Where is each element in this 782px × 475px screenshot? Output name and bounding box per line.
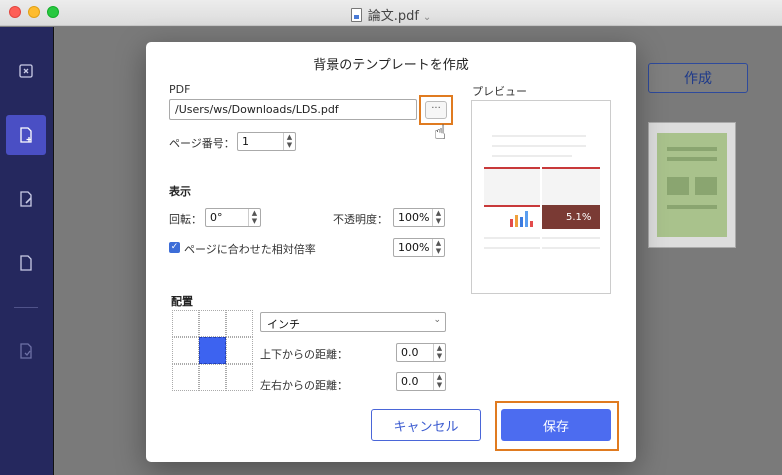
horizontal-distance-value: 0.0 <box>401 375 419 388</box>
check-page-icon <box>20 343 32 359</box>
stepper-arrows-icon[interactable]: ▲ ▼ <box>433 373 445 390</box>
stepper-arrows-icon[interactable]: ▲ ▼ <box>433 344 445 361</box>
close-box-icon <box>19 64 33 78</box>
thumb-line <box>667 205 717 209</box>
preview-bar <box>515 215 518 227</box>
hand-cursor-icon: ☝ <box>434 120 447 144</box>
edit-page-icon <box>20 191 32 207</box>
fit-page-checkbox[interactable]: ✓ <box>169 242 180 253</box>
rotation-value: 0° <box>210 211 223 224</box>
preview-chart-card <box>484 205 540 229</box>
vertical-distance-label: 上下からの距離： <box>260 348 348 361</box>
preview-text-line <box>492 155 572 157</box>
scale-value: 100% <box>398 241 430 254</box>
position-cell[interactable] <box>226 337 253 364</box>
preview-card <box>542 167 600 205</box>
preview-percent-text: 5.1% <box>566 212 592 223</box>
horizontal-distance-label: 左右からの距離： <box>260 379 348 392</box>
sidebar-apply-button[interactable] <box>6 331 46 371</box>
sidebar-add-background-button[interactable] <box>6 115 46 155</box>
stepper-arrows-icon[interactable]: ▲ ▼ <box>432 239 444 256</box>
chevron-down-icon: ⌄ <box>433 315 441 325</box>
preview-bar <box>525 211 528 227</box>
stepper-arrows-icon[interactable]: ▲ ▼ <box>248 209 260 226</box>
sidebar-edit-background-button[interactable] <box>6 179 46 219</box>
page-number-label: ページ番号： <box>169 137 235 150</box>
placement-section-title: 配置 <box>171 295 193 308</box>
document-icon <box>350 8 362 22</box>
rotation-label: 回転： <box>169 213 202 226</box>
scale-stepper[interactable]: 100% ▲ ▼ <box>393 238 445 257</box>
preview-text-line <box>484 237 540 239</box>
preview-text-line <box>492 145 586 147</box>
preview-card <box>484 167 540 205</box>
preview-label: プレビュー <box>472 85 527 98</box>
opacity-value: 100% <box>398 211 430 224</box>
position-cell[interactable] <box>199 364 226 391</box>
thumb-line <box>667 157 717 161</box>
unit-select-value: インチ <box>267 318 300 331</box>
opacity-stepper[interactable]: 100% ▲ ▼ <box>393 208 445 227</box>
sidebar-divider <box>14 307 38 308</box>
position-cell[interactable] <box>172 337 199 364</box>
thumb-block <box>667 177 689 195</box>
blank-page-icon <box>20 255 32 271</box>
window-title[interactable]: 論文.pdf ⌄ <box>0 5 782 24</box>
add-page-icon <box>20 127 32 143</box>
thumb-line <box>667 147 717 151</box>
window-title-text: 論文.pdf <box>367 9 419 24</box>
vertical-distance-value: 0.0 <box>401 346 419 359</box>
preview-bar <box>510 219 513 227</box>
save-button[interactable]: 保存 <box>501 409 611 441</box>
position-grid[interactable] <box>172 310 253 391</box>
preview-text-line <box>542 237 600 239</box>
preview-text-line <box>484 247 540 249</box>
pdf-label: PDF <box>169 83 191 96</box>
pdf-path-input[interactable]: /Users/ws/Downloads/LDS.pdf <box>169 99 417 120</box>
cancel-button[interactable]: キャンセル <box>371 409 481 441</box>
create-button[interactable]: 作成 <box>648 63 748 93</box>
stepper-arrows-icon[interactable]: ▲ ▼ <box>283 133 295 150</box>
preview-panel: 5.1% <box>471 100 611 294</box>
chevron-down-icon: ⌄ <box>422 12 432 23</box>
preview-text-line <box>542 247 600 249</box>
template-thumbnail[interactable] <box>648 122 736 248</box>
page-number-stepper[interactable]: 1 ▲ ▼ <box>237 132 296 151</box>
position-cell[interactable] <box>199 310 226 337</box>
display-section-title: 表示 <box>169 185 191 198</box>
create-background-template-dialog: 背景のテンプレートを作成 PDF /Users/ws/Downloads/LDS… <box>146 42 636 462</box>
preview-bar <box>520 217 523 227</box>
preview-bar <box>530 221 533 227</box>
position-cell[interactable] <box>226 310 253 337</box>
unit-select[interactable]: インチ ⌄ <box>260 312 446 332</box>
opacity-label: 不透明度： <box>333 213 388 226</box>
position-cell[interactable] <box>226 364 253 391</box>
stepper-arrows-icon[interactable]: ▲ ▼ <box>432 209 444 226</box>
position-cell[interactable] <box>172 310 199 337</box>
position-cell[interactable] <box>172 364 199 391</box>
position-cell-selected[interactable] <box>199 337 226 364</box>
sidebar-close-button[interactable] <box>6 51 46 91</box>
vertical-distance-stepper[interactable]: 0.0 ▲ ▼ <box>396 343 446 362</box>
browse-button[interactable]: ··· <box>425 101 447 119</box>
window-titlebar: 論文.pdf ⌄ <box>0 0 782 26</box>
template-thumbnail-preview <box>657 133 727 237</box>
dialog-title: 背景のテンプレートを作成 <box>313 58 469 73</box>
page-number-value: 1 <box>242 135 249 148</box>
sidebar-blank-page-button[interactable] <box>6 243 46 283</box>
preview-text-line <box>492 135 586 137</box>
preview-photo: 5.1% <box>542 205 600 229</box>
rotation-stepper[interactable]: 0° ▲ ▼ <box>205 208 261 227</box>
left-sidebar <box>0 27 54 475</box>
fit-page-label[interactable]: ページに合わせた相対倍率 <box>184 241 316 257</box>
thumb-block <box>695 177 717 195</box>
horizontal-distance-stepper[interactable]: 0.0 ▲ ▼ <box>396 372 446 391</box>
